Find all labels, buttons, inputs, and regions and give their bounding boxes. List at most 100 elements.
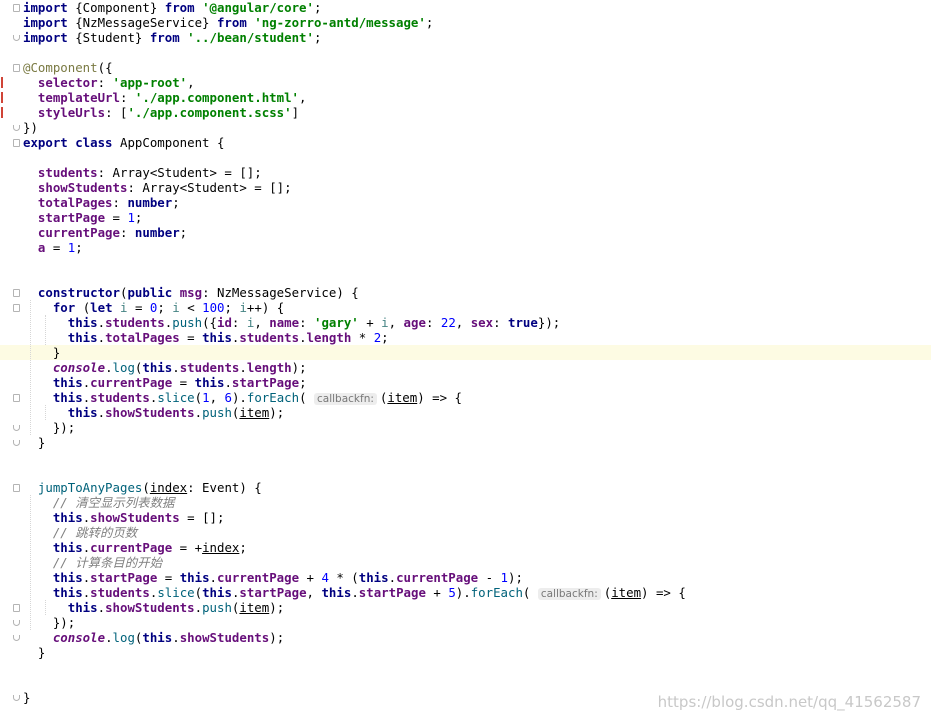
- code-token: import: [23, 15, 68, 30]
- code-line[interactable]: [0, 255, 931, 270]
- code-token: {Student}: [67, 30, 150, 45]
- code-token: :: [119, 225, 135, 240]
- code-line[interactable]: this.showStudents.push(item);: [0, 600, 931, 615]
- code-token: currentPage: [90, 375, 173, 390]
- code-line[interactable]: [0, 270, 931, 285]
- code-token: :: [112, 195, 128, 210]
- code-line-text: }: [23, 345, 60, 360]
- code-token: index: [202, 540, 240, 555]
- code-line[interactable]: students: Array<Student> = [];: [0, 165, 931, 180]
- code-token: students: [90, 585, 150, 600]
- code-token: .: [105, 360, 113, 375]
- code-token: 4: [321, 570, 329, 585]
- code-line[interactable]: console.log(this.showStudents);: [0, 630, 931, 645]
- code-line[interactable]: this.students.slice(1, 6).forEach( callb…: [0, 390, 931, 405]
- code-line[interactable]: export class AppComponent {: [0, 135, 931, 150]
- code-editor[interactable]: import {Component} from '@angular/core';…: [0, 0, 931, 720]
- code-area[interactable]: import {Component} from '@angular/core';…: [0, 0, 931, 720]
- code-line[interactable]: });: [0, 615, 931, 630]
- code-token: this: [52, 375, 83, 390]
- code-line[interactable]: }: [0, 345, 931, 360]
- code-line[interactable]: import {Component} from '@angular/core';: [0, 0, 931, 15]
- code-line[interactable]: [0, 465, 931, 480]
- code-line[interactable]: // 跳转的页数: [0, 525, 931, 540]
- code-token: );: [291, 360, 307, 375]
- indent-guide: [45, 315, 46, 345]
- code-token: from: [216, 15, 247, 30]
- code-line-text: // 计算条目的开始: [23, 555, 162, 570]
- code-line[interactable]: [0, 150, 931, 165]
- code-token: selector: [37, 75, 98, 90]
- code-line[interactable]: import {Student} from '../bean/student';: [0, 30, 931, 45]
- code-line[interactable]: });: [0, 420, 931, 435]
- code-line[interactable]: }: [0, 435, 931, 450]
- code-line[interactable]: }: [0, 645, 931, 660]
- code-line-text: this.startPage = this.currentPage + 4 * …: [23, 570, 523, 585]
- code-token: students: [105, 315, 165, 330]
- code-line[interactable]: showStudents: Array<Student> = [];: [0, 180, 931, 195]
- code-line-text: this.showStudents.push(item);: [23, 405, 284, 420]
- code-token: :: [425, 315, 441, 330]
- code-token: );: [269, 600, 285, 615]
- code-line[interactable]: @Component({: [0, 60, 931, 75]
- code-token: students: [90, 390, 150, 405]
- code-token: startPage: [231, 375, 300, 390]
- code-token: log: [112, 630, 135, 645]
- code-token: }): [23, 120, 38, 135]
- code-line[interactable]: this.showStudents = [];: [0, 510, 931, 525]
- code-token: ) => {: [417, 390, 462, 405]
- code-line[interactable]: currentPage: number;: [0, 225, 931, 240]
- code-token: startPage: [37, 210, 106, 225]
- code-line[interactable]: // 计算条目的开始: [0, 555, 931, 570]
- code-line[interactable]: selector: 'app-root',: [0, 75, 931, 90]
- code-token: currentPage: [217, 570, 300, 585]
- code-line[interactable]: [0, 450, 931, 465]
- code-line[interactable]: jumpToAnyPages(index: Event) {: [0, 480, 931, 495]
- code-line[interactable]: this.totalPages = this.students.length *…: [0, 330, 931, 345]
- code-token: ).: [455, 585, 471, 600]
- code-line[interactable]: this.students.slice(this.startPage, this…: [0, 585, 931, 600]
- code-token: // 跳转的页数: [52, 525, 138, 540]
- code-token: './app.component.html': [134, 90, 300, 105]
- code-line-text: console.log(this.students.length);: [23, 360, 307, 375]
- code-line[interactable]: this.currentPage = this.startPage;: [0, 375, 931, 390]
- code-line[interactable]: templateUrl: './app.component.html',: [0, 90, 931, 105]
- code-line[interactable]: startPage = 1;: [0, 210, 931, 225]
- code-token: ) => {: [641, 585, 686, 600]
- code-line[interactable]: this.currentPage = +index;: [0, 540, 931, 555]
- code-line[interactable]: console.log(this.students.length);: [0, 360, 931, 375]
- code-token: ;: [425, 15, 434, 30]
- code-token: ,: [299, 90, 307, 105]
- code-line[interactable]: constructor(public msg: NzMessageService…: [0, 285, 931, 300]
- code-line[interactable]: totalPages: number;: [0, 195, 931, 210]
- code-token: currentPage: [37, 225, 120, 240]
- code-token: .: [224, 375, 232, 390]
- code-token: ;: [134, 210, 143, 225]
- code-line[interactable]: [0, 660, 931, 675]
- code-line[interactable]: }): [0, 120, 931, 135]
- code-token: AppComponent {: [112, 135, 225, 150]
- code-token: .: [172, 360, 180, 375]
- code-token: ({: [202, 315, 217, 330]
- code-token: : [: [105, 105, 128, 120]
- code-line[interactable]: [0, 675, 931, 690]
- code-line[interactable]: // 清空显示列表数据: [0, 495, 931, 510]
- code-token: slice: [157, 585, 195, 600]
- code-token: {NzMessageService}: [67, 15, 217, 30]
- code-line[interactable]: for (let i = 0; i < 100; i++) {: [0, 300, 931, 315]
- code-line[interactable]: a = 1;: [0, 240, 931, 255]
- code-line[interactable]: [0, 45, 931, 60]
- code-line[interactable]: styleUrls: ['./app.component.scss']: [0, 105, 931, 120]
- code-line[interactable]: this.students.push({id: i, name: 'gary' …: [0, 315, 931, 330]
- code-token: this: [194, 375, 225, 390]
- code-line[interactable]: import {NzMessageService} from 'ng-zorro…: [0, 15, 931, 30]
- code-line[interactable]: this.startPage = this.currentPage + 4 * …: [0, 570, 931, 585]
- code-line[interactable]: this.showStudents.push(item);: [0, 405, 931, 420]
